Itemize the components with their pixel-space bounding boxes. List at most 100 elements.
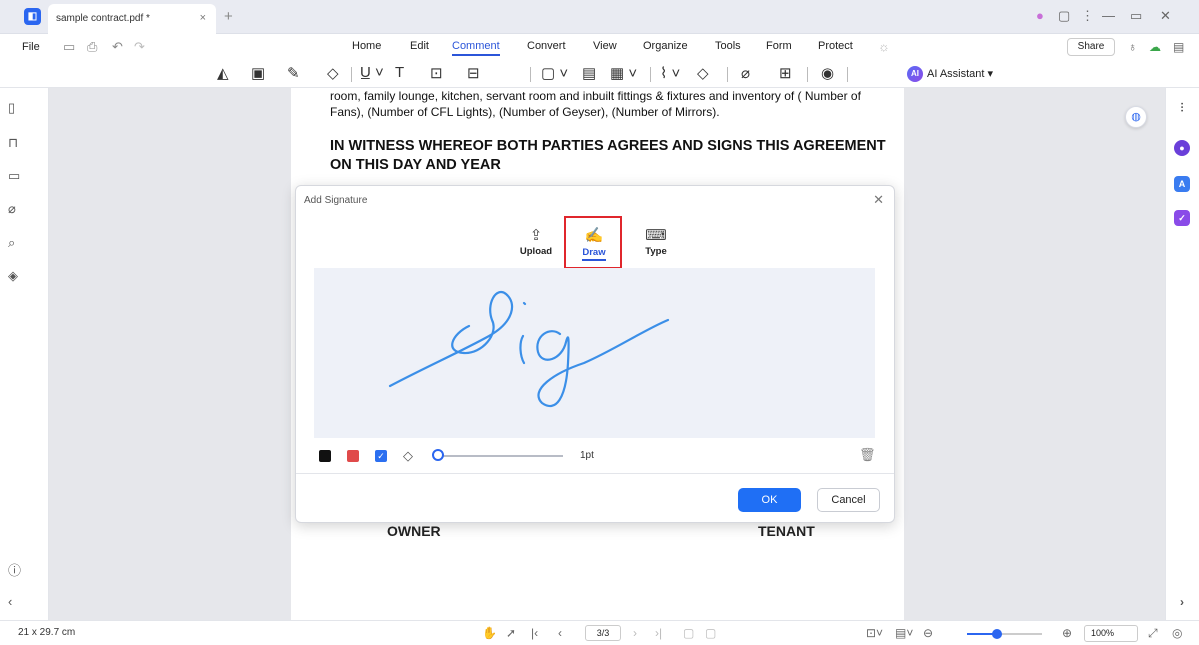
- file-menu[interactable]: File: [22, 41, 40, 53]
- menu-home[interactable]: Home: [352, 40, 381, 52]
- menu-organize[interactable]: Organize: [643, 40, 688, 52]
- note-icon[interactable]: ▤: [582, 64, 596, 82]
- collapse-right-icon[interactable]: ›: [1174, 594, 1190, 610]
- mode-upload[interactable]: ⇪ Upload: [511, 226, 561, 257]
- zoom-level-select[interactable]: 100%: [1084, 625, 1138, 642]
- close-window-icon[interactable]: ✕: [1160, 8, 1171, 24]
- text-icon[interactable]: T: [395, 64, 404, 81]
- highlighter-icon[interactable]: ◭: [217, 64, 229, 82]
- ai-assistant-button[interactable]: AI Assistant ▾: [927, 67, 993, 80]
- comments-icon[interactable]: ▭: [8, 168, 20, 184]
- more-options-icon[interactable]: ⋮: [1081, 8, 1094, 24]
- properties-icon[interactable]: ⫶: [1174, 100, 1190, 116]
- menu-form[interactable]: Form: [766, 40, 792, 52]
- color-blue-swatch[interactable]: ✓: [375, 450, 387, 462]
- ai-chat-icon[interactable]: ●: [1174, 140, 1190, 156]
- search-icon[interactable]: ⌕: [8, 235, 15, 251]
- eraser-icon[interactable]: ◇: [403, 448, 413, 464]
- textbox-icon[interactable]: ⊡: [430, 64, 443, 82]
- menu-view[interactable]: View: [593, 40, 617, 52]
- fill-icon[interactable]: ◇: [697, 64, 709, 82]
- owner-label: OWNER: [387, 523, 441, 539]
- tab-close-icon[interactable]: ×: [200, 12, 206, 24]
- share-button[interactable]: Share: [1067, 38, 1115, 56]
- translate-icon[interactable]: A: [1174, 176, 1190, 192]
- pages-icon[interactable]: ▯: [8, 100, 15, 116]
- menu-convert[interactable]: Convert: [527, 40, 566, 52]
- page-number-input[interactable]: 3/3: [585, 625, 621, 641]
- next-page-icon[interactable]: ›: [633, 626, 637, 640]
- new-tab-icon[interactable]: +: [224, 8, 233, 25]
- eraser-icon[interactable]: ◇: [327, 64, 339, 82]
- redo-icon[interactable]: ↷: [134, 39, 145, 55]
- select-tool-icon[interactable]: ➚: [506, 626, 516, 640]
- document-tab[interactable]: sample contract.pdf * ×: [48, 4, 216, 34]
- minimize-icon[interactable]: —: [1102, 8, 1115, 23]
- ai-float-icon[interactable]: ◍: [1125, 106, 1147, 128]
- mode-type[interactable]: ⌨ Type: [631, 226, 681, 257]
- print-icon[interactable]: ⎙: [87, 39, 97, 55]
- color-black-swatch[interactable]: [319, 450, 331, 462]
- maximize-icon[interactable]: ▭: [1130, 8, 1142, 24]
- ok-button[interactable]: OK: [738, 488, 801, 512]
- zoom-slider-knob[interactable]: [992, 629, 1002, 639]
- save-icon[interactable]: ▭: [63, 39, 75, 55]
- message-icon[interactable]: ▢: [1058, 8, 1070, 24]
- stamp-icon[interactable]: ▦ ˅: [610, 64, 637, 82]
- help-icon[interactable]: ⓘ: [8, 560, 21, 579]
- last-page-icon[interactable]: ›|: [655, 626, 662, 640]
- single-page-icon[interactable]: ▢: [683, 626, 694, 640]
- attachments-icon[interactable]: ⌀: [8, 201, 16, 217]
- show-comments-icon[interactable]: ◉: [821, 64, 834, 82]
- fit-page-icon[interactable]: ⊡˅: [866, 626, 883, 640]
- measure-icon[interactable]: ⊞: [779, 64, 792, 82]
- bookmark-icon[interactable]: ⊓: [8, 135, 18, 151]
- fullscreen-icon[interactable]: ⤢: [1148, 626, 1158, 641]
- color-red-swatch[interactable]: [347, 450, 359, 462]
- document-heading: IN WITNESS WHEREOF BOTH PARTIES AGREES A…: [330, 138, 886, 173]
- underline-icon[interactable]: U̲ ˅: [360, 64, 384, 81]
- dialog-close-icon[interactable]: ✕: [873, 192, 884, 208]
- menu-comment[interactable]: Comment: [452, 40, 500, 56]
- undo-icon[interactable]: ↶: [112, 39, 123, 55]
- app-logo-icon: ◧: [24, 8, 41, 25]
- hand-tool-icon[interactable]: ✋: [482, 626, 497, 640]
- ai-assistant-icon[interactable]: AI: [907, 66, 923, 82]
- account-avatar-icon[interactable]: ●: [1036, 8, 1044, 23]
- signature-canvas[interactable]: [314, 268, 875, 438]
- tips-lightbulb-icon[interactable]: ☼: [878, 39, 890, 54]
- panel-icon[interactable]: ▤: [1173, 40, 1184, 54]
- signature-icon[interactable]: ⌇ ˅: [660, 64, 680, 82]
- menu-edit[interactable]: Edit: [410, 40, 429, 52]
- tab-title: sample contract.pdf *: [56, 13, 150, 24]
- first-page-icon[interactable]: |‹: [531, 626, 538, 640]
- page-layout-icon[interactable]: ▤˅: [895, 626, 913, 640]
- toolbar-divider: [530, 67, 531, 82]
- toolbar-divider: [727, 67, 728, 82]
- stroke-width-slider[interactable]: [438, 455, 563, 457]
- menu-tools[interactable]: Tools: [715, 40, 741, 52]
- toolbar-divider: [650, 67, 651, 82]
- callout-icon[interactable]: ⊟: [467, 64, 480, 82]
- clear-signature-icon[interactable]: 🗑: [859, 447, 876, 463]
- stroke-width-value: 1pt: [580, 450, 594, 461]
- signature-drawing: [388, 291, 670, 408]
- attachment-icon[interactable]: ⌀: [741, 64, 750, 82]
- double-page-icon[interactable]: ▢: [705, 626, 716, 640]
- pencil-icon[interactable]: ✎: [287, 64, 300, 82]
- zoom-out-icon[interactable]: ⊖: [923, 626, 933, 640]
- layers-icon[interactable]: ◈: [8, 268, 18, 284]
- cloud-sync-icon[interactable]: ☁: [1149, 40, 1161, 54]
- stroke-width-knob[interactable]: [432, 449, 444, 461]
- collapse-left-icon[interactable]: ‹: [8, 594, 12, 609]
- ai-tools-icon[interactable]: ✓: [1174, 210, 1190, 226]
- zoom-in-icon[interactable]: ⊕: [1062, 626, 1072, 640]
- area-highlight-icon[interactable]: ▣: [251, 64, 265, 82]
- menu-protect[interactable]: Protect: [818, 40, 853, 52]
- cancel-button[interactable]: Cancel: [817, 488, 880, 512]
- users-icon[interactable]: ♁: [1128, 40, 1137, 54]
- reading-mode-icon[interactable]: ◎: [1172, 626, 1182, 640]
- prev-page-icon[interactable]: ‹: [558, 626, 562, 640]
- shape-icon[interactable]: ▢ ˅: [541, 64, 568, 82]
- zoom-slider[interactable]: [967, 629, 1042, 639]
